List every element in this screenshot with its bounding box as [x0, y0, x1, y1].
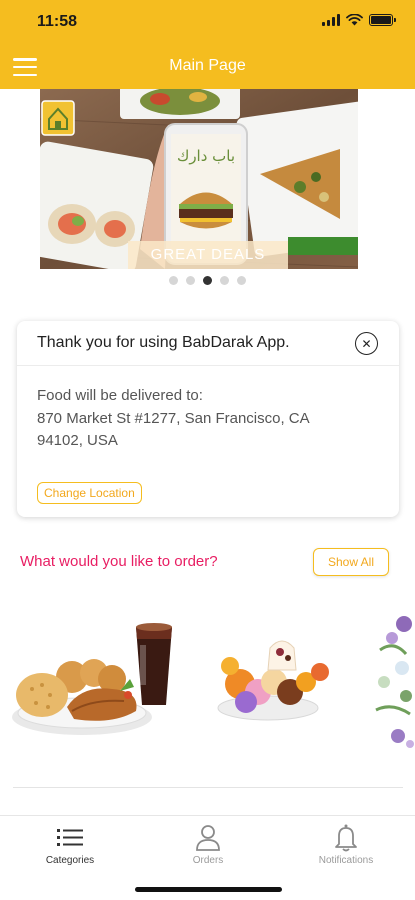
ice-cream-dessert-image — [217, 640, 329, 721]
home-indicator[interactable] — [135, 887, 282, 892]
pagination-dot[interactable] — [220, 276, 229, 285]
banner-pagination[interactable] — [0, 276, 415, 285]
order-prompt: What would you like to order? — [20, 553, 218, 570]
bell-icon — [335, 824, 357, 852]
wifi-icon — [346, 14, 363, 26]
close-circle-icon[interactable]: ✕ — [355, 332, 378, 355]
tab-label: Notifications — [318, 855, 374, 866]
tab-notifications[interactable]: Notifications — [296, 822, 396, 866]
signal-icon — [322, 14, 340, 26]
delivery-notice-card: Thank you for using BabDarak App. ✕ Food… — [17, 321, 399, 517]
tab-categories[interactable]: Categories — [20, 822, 120, 866]
user-icon — [196, 825, 220, 851]
pagination-dot[interactable] — [186, 276, 195, 285]
tab-label: Categories — [45, 855, 95, 866]
category-item[interactable] — [210, 630, 340, 730]
section-divider — [13, 787, 403, 788]
battery-icon — [369, 14, 396, 26]
category-item[interactable] — [12, 615, 182, 745]
banner-caption: GREAT DEALS — [128, 241, 288, 269]
notice-title: Thank you for using BabDarak App. — [37, 334, 290, 351]
floral-category-image — [375, 616, 414, 748]
fried-chicken-meal-image — [12, 623, 172, 735]
status-time: 11:58 — [37, 13, 78, 30]
status-icons — [322, 14, 396, 26]
change-location-button[interactable]: Change Location — [37, 482, 142, 504]
promo-banner[interactable]: باب دارك GREAT DEALS — [40, 89, 358, 269]
app-header: 11:58 Main Page — [0, 0, 415, 89]
pagination-dot[interactable] — [237, 276, 246, 285]
pagination-dot[interactable] — [169, 276, 178, 285]
show-all-button[interactable]: Show All — [313, 548, 389, 576]
delivery-address: 870 Market St #1277, San Francisco, CA 9… — [37, 410, 309, 449]
app-screen: 11:58 Main Page باب دارك GREAT DEALS Tha… — [0, 0, 415, 900]
delivery-label: Food will be delivered to: — [37, 387, 203, 404]
page-title: Main Page — [169, 57, 246, 74]
category-item[interactable] — [372, 610, 415, 750]
tab-orders[interactable]: Orders — [158, 822, 258, 866]
pagination-dot-active[interactable] — [203, 276, 212, 285]
banner-logo-text: باب دارك — [177, 147, 235, 165]
card-divider — [17, 365, 399, 366]
list-icon — [57, 829, 83, 846]
tab-label: Orders — [192, 855, 224, 866]
